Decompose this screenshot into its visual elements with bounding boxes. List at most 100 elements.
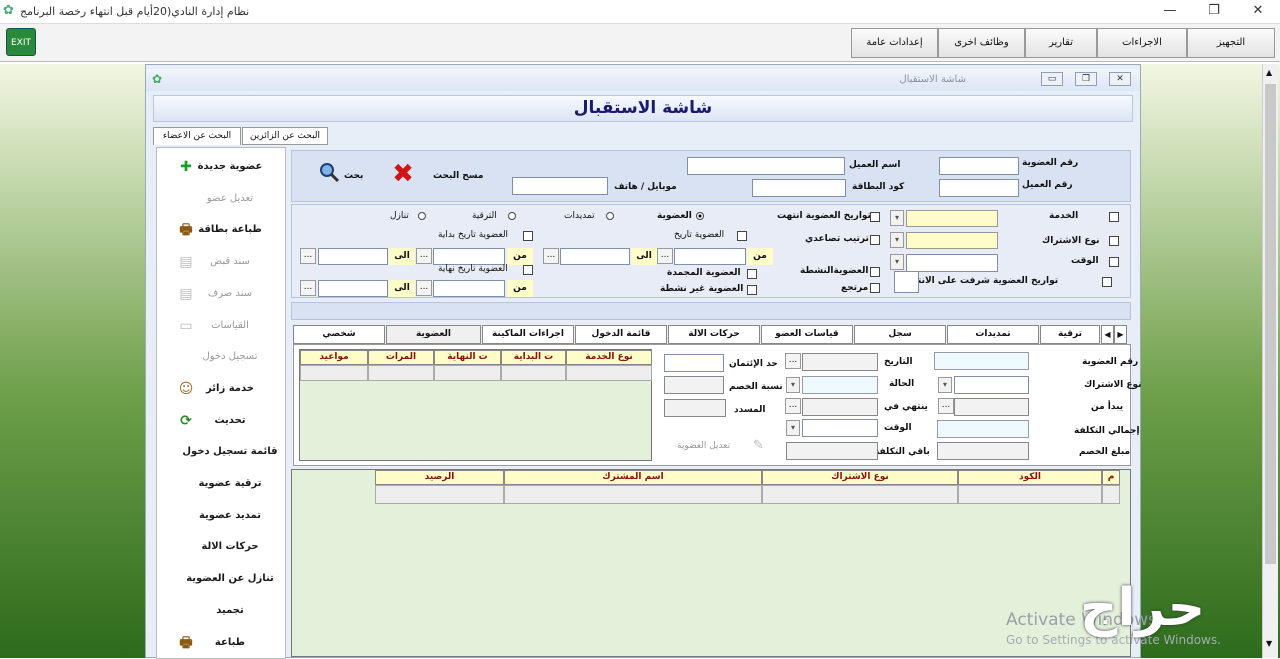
inactive-checkbox[interactable] [747, 285, 757, 295]
tab-upgrade[interactable]: ترقية [1040, 325, 1100, 344]
m-discount-pct-input[interactable] [664, 376, 724, 394]
action-item[interactable]: ▤ سند قبض [157, 249, 287, 275]
m-status-select[interactable] [802, 376, 878, 394]
tab-personal[interactable]: شخصي [293, 325, 385, 344]
client-no-input[interactable] [939, 179, 1019, 197]
m-membership-no-input[interactable] [934, 352, 1029, 370]
search-button-label[interactable]: بحث [344, 171, 363, 181]
door-exit-icon[interactable]: EXIT [6, 28, 36, 56]
m-remaining-cost-input[interactable] [786, 442, 878, 460]
action-item[interactable]: حركات الالة [157, 534, 287, 560]
clear-search-icon[interactable]: ✖ [390, 161, 416, 187]
scrollbar-thumb[interactable] [1265, 84, 1276, 564]
membership-date-checkbox[interactable] [737, 231, 747, 241]
m-date-input[interactable] [802, 353, 878, 371]
near-expiry-checkbox[interactable] [1102, 277, 1112, 287]
sub-type-select[interactable] [906, 232, 998, 249]
start-date-from-input[interactable] [433, 248, 505, 265]
action-item[interactable]: تجميد [157, 598, 287, 624]
action-item[interactable]: ترقية عضوية [157, 471, 287, 497]
action-item[interactable]: ▭ القياسات [157, 313, 287, 339]
time-dropdown-button[interactable]: ▾ [890, 254, 904, 270]
table-row[interactable] [504, 485, 762, 504]
menu-reports[interactable]: تقارير [1025, 28, 1097, 58]
m-status-dropdown[interactable]: ▾ [786, 377, 800, 393]
returned-checkbox[interactable] [870, 283, 880, 293]
tab-member-measurements[interactable]: قياسات العضو [761, 325, 853, 344]
near-expiry-days-input[interactable] [894, 271, 919, 293]
table-row[interactable] [300, 365, 368, 381]
end-date-to-input[interactable] [318, 280, 388, 297]
m-time-dropdown[interactable]: ▾ [786, 420, 800, 436]
close-button[interactable]: ✕ [1238, 0, 1278, 22]
menu-setup[interactable]: التجهيز [1187, 28, 1275, 58]
card-code-input[interactable] [752, 179, 846, 197]
tab-entry-list[interactable]: قائمة الدخول [575, 325, 667, 344]
upgrade-radio[interactable] [508, 212, 516, 220]
table-row[interactable] [958, 485, 1102, 504]
menu-other-functions[interactable]: وظائف اخرى [938, 28, 1025, 58]
table-row[interactable] [434, 365, 501, 381]
service-select[interactable] [906, 210, 998, 227]
action-item[interactable]: تمديد عضوية [157, 503, 287, 529]
tab-log[interactable]: سجل [854, 325, 946, 344]
action-item[interactable]: 🖶 طباعة [157, 630, 287, 656]
child-restore-button[interactable]: ❐ [1075, 72, 1097, 86]
start-date-to-picker[interactable]: ... [300, 248, 316, 264]
m-sub-type-select[interactable] [954, 376, 1029, 394]
action-item[interactable]: تسجيل دخول [157, 344, 287, 370]
extensions-radio[interactable] [606, 212, 614, 220]
service-dropdown-button[interactable]: ▾ [890, 210, 904, 226]
m-edit-membership-button[interactable]: تعديل العضوية [677, 441, 730, 451]
membership-date-from-picker[interactable]: ... [657, 248, 673, 264]
table-row[interactable] [375, 485, 504, 504]
tab-extensions[interactable]: تمديدات [947, 325, 1039, 344]
sub-type-checkbox[interactable] [1109, 236, 1119, 246]
tab-search-members[interactable]: البحث عن الاعضاء [153, 127, 241, 145]
m-discount-amount-input[interactable] [937, 442, 1029, 460]
m-ends-in-input[interactable] [802, 398, 878, 416]
m-credit-limit-input[interactable] [664, 354, 724, 372]
m-sub-type-dropdown[interactable]: ▾ [938, 377, 952, 393]
action-item[interactable]: تعديل عضو [157, 186, 287, 212]
table-row[interactable] [762, 485, 958, 504]
tab-membership[interactable]: العضوية [386, 325, 481, 344]
m-date-picker[interactable]: ... [785, 353, 801, 369]
ascending-checkbox[interactable] [870, 235, 880, 245]
table-row[interactable] [368, 365, 434, 381]
action-item[interactable]: تنازل عن العضوية [157, 566, 287, 592]
time-checkbox[interactable] [1109, 257, 1119, 267]
end-date-to-picker[interactable]: ... [300, 280, 316, 296]
membership-date-to-input[interactable] [560, 248, 630, 265]
table-row[interactable] [1102, 485, 1120, 504]
start-date-from-picker[interactable]: ... [416, 248, 432, 264]
client-name-input[interactable] [687, 157, 845, 175]
child-close-button[interactable]: ✕ [1109, 72, 1131, 86]
waiver-radio[interactable] [418, 212, 426, 220]
start-date-to-input[interactable] [318, 248, 388, 265]
action-item[interactable]: ✚ عضوية جديدة [157, 154, 287, 180]
sub-type-dropdown-button[interactable]: ▾ [890, 232, 904, 248]
end-date-from-picker[interactable]: ... [416, 280, 432, 296]
restore-button[interactable]: ❐ [1194, 0, 1234, 22]
minimize-button[interactable]: — [1150, 0, 1190, 22]
start-date-checkbox[interactable] [523, 231, 533, 241]
menu-procedures[interactable]: الاجراءات [1097, 28, 1187, 58]
ended-dates-checkbox[interactable] [870, 212, 880, 222]
m-starts-from-picker[interactable]: ... [938, 398, 954, 414]
child-minimize-button[interactable]: ▭ [1041, 72, 1063, 86]
m-paid-input[interactable] [664, 399, 726, 417]
membership-date-to-picker[interactable]: ... [543, 248, 559, 264]
membership-radio[interactable] [696, 212, 704, 220]
scroll-up-icon[interactable]: ▲ [1266, 68, 1272, 77]
action-item[interactable]: ⟳ تحديث [157, 408, 287, 434]
table-row[interactable] [501, 365, 566, 381]
active-checkbox[interactable] [870, 267, 880, 277]
tab-machine-actions[interactable]: اجراءات الماكينة [482, 325, 574, 344]
m-starts-from-input[interactable] [954, 398, 1029, 416]
m-ends-in-picker[interactable]: ... [785, 398, 801, 414]
m-total-cost-input[interactable] [937, 420, 1029, 438]
tab-search-visitors[interactable]: البحث عن الزائرين [242, 127, 328, 145]
m-time-select[interactable] [802, 419, 878, 437]
action-item[interactable]: 🖶 طباعة بطاقة [157, 217, 287, 243]
